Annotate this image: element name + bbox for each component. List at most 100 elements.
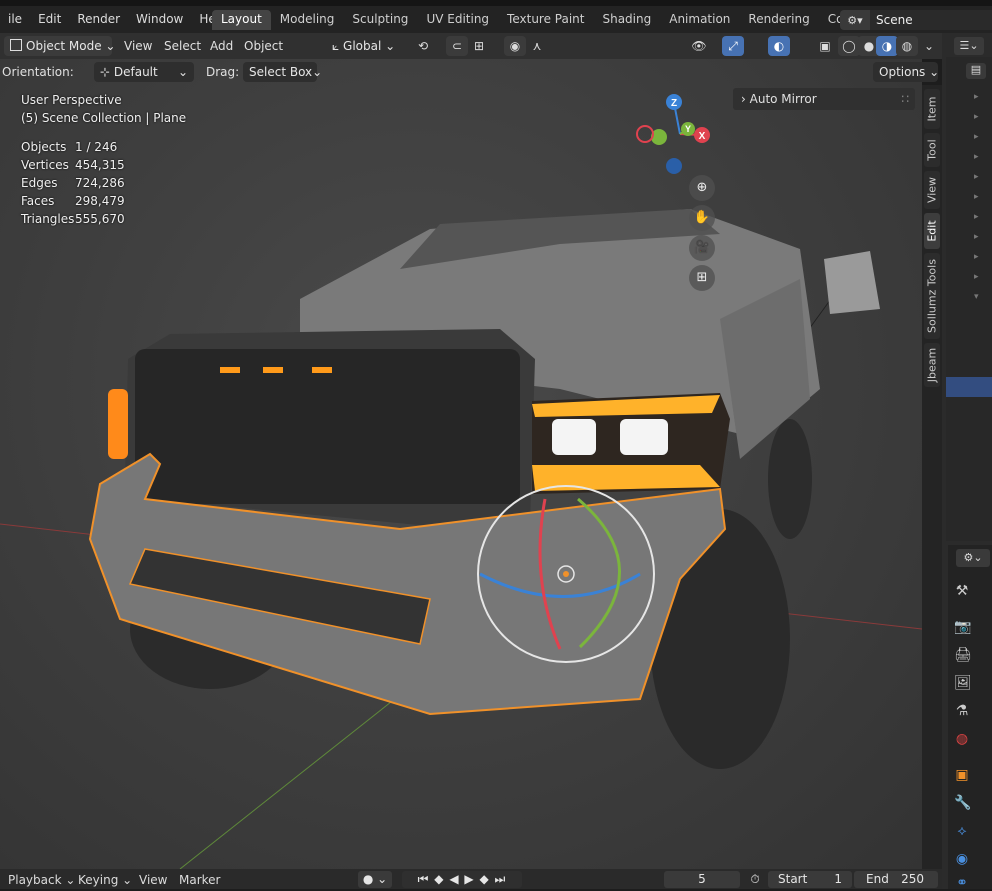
particles-icon[interactable]: ⟡ <box>954 823 970 839</box>
options-dropdown[interactable]: Options ⌄ <box>873 62 939 82</box>
world-properties-icon[interactable]: ◍ <box>954 731 970 747</box>
play-icon[interactable]: ▶ <box>464 872 474 886</box>
tab-layout[interactable]: Layout <box>212 10 271 30</box>
tab-shading[interactable]: Shading <box>593 10 660 30</box>
overlay-toggle-icon[interactable]: ◐ <box>768 36 790 56</box>
outliner-expand-arrows[interactable]: ▸ ▸ ▸ ▸ ▸ ▸ ▸ ▸ ▸ ▸ ▾ <box>974 87 979 307</box>
current-frame-field[interactable]: 5 <box>664 871 740 888</box>
render-properties-icon[interactable]: 📷 <box>954 619 971 635</box>
end-frame-field[interactable]: End 250 <box>854 871 938 888</box>
menu-window[interactable]: Window <box>128 12 191 26</box>
tab-modeling[interactable]: Modeling <box>271 10 344 30</box>
scene-icon[interactable]: ⚙▾ <box>840 10 870 30</box>
sidebar-tab-edit[interactable]: Edit <box>924 213 940 249</box>
tab-rendering[interactable]: Rendering <box>739 10 818 30</box>
stats-row: Objects 1 / 246 <box>21 140 125 158</box>
proportional-edit-icon[interactable]: ◉ <box>504 36 526 56</box>
stats-value: 555,670 <box>75 212 125 226</box>
outliner-editor-type-icon[interactable]: ☰⌄ <box>954 37 984 55</box>
sidebar-tab-jbeam[interactable]: Jbeam <box>924 343 940 387</box>
timeline-marker-menu[interactable]: Marker <box>179 872 220 889</box>
menu-view[interactable]: View <box>124 36 152 56</box>
ortho-grid-icon[interactable]: ⊞ <box>689 265 715 291</box>
outliner-filter-icon[interactable]: ▤ <box>966 63 986 79</box>
end-label: End <box>866 872 889 886</box>
headlight-bulb <box>552 419 596 455</box>
snap-target-icon[interactable]: ⊞ <box>468 36 490 56</box>
menu-edit[interactable]: Edit <box>30 12 69 26</box>
drag-dropdown[interactable]: Select Box⌄ <box>243 62 322 82</box>
modifier-properties-icon[interactable]: 🔧 <box>954 795 971 811</box>
visibility-icon[interactable]: 👁 <box>688 36 710 56</box>
menu-select[interactable]: Select <box>164 36 201 56</box>
timeline-view-menu[interactable]: View <box>139 872 167 889</box>
chevron-right-icon: › <box>741 92 750 106</box>
physics-icon[interactable]: ◉ <box>954 851 970 867</box>
xray-icon[interactable]: ▣ <box>814 36 836 56</box>
3d-viewport[interactable]: Z X Y User Perspective (5) Scene Collect… <box>0 59 922 869</box>
sidebar-tab-view[interactable]: View <box>924 171 940 209</box>
outliner-selected-row[interactable] <box>946 377 992 397</box>
sidebar-tab-sollumz-tools[interactable]: Sollumz Tools <box>924 253 940 339</box>
workspace-tabs: Layout Modeling Sculpting UV Editing Tex… <box>212 10 912 30</box>
next-keyframe-icon[interactable]: ◆ <box>479 872 489 886</box>
scene-selector[interactable]: ⚙▾ Scene <box>840 10 992 30</box>
shading-rendered-icon[interactable]: ◍ <box>896 36 918 56</box>
menu-render[interactable]: Render <box>69 12 128 26</box>
stopwatch-icon[interactable]: ⏱ <box>746 871 764 888</box>
orientation-dropdown[interactable]: ⊹ Default ⌄ <box>94 62 194 82</box>
tool-properties-icon[interactable]: ⚒ <box>954 583 970 599</box>
output-properties-icon[interactable]: 🖨 <box>954 647 972 663</box>
stats-row: Triangles 555,670 <box>21 212 125 230</box>
pan-hand-icon[interactable]: ✋ <box>689 205 715 231</box>
transform-orientation-dropdown[interactable]: ⟀ Global ⌄ <box>326 36 404 56</box>
orientation-label: Global <box>343 39 382 53</box>
orientation-icon: ⟀ <box>332 39 344 53</box>
sidebar-tab-item[interactable]: Item <box>924 89 940 129</box>
start-frame-field[interactable]: Start 1 <box>768 871 852 888</box>
camera-view-icon[interactable]: 🎥 <box>689 235 715 261</box>
shading-wireframe-icon[interactable]: ◯ <box>838 36 860 56</box>
scene-name[interactable]: Scene <box>870 10 992 30</box>
scene-properties-icon[interactable]: ⚗ <box>954 703 970 719</box>
start-label: Start <box>778 872 808 886</box>
properties-editor-type-icon[interactable]: ⚙⌄ <box>956 549 990 567</box>
outliner-panel[interactable]: ▤ ▸ ▸ ▸ ▸ ▸ ▸ ▸ ▸ ▸ ▸ ▾ <box>946 57 992 541</box>
chevron-down-icon: ⌄ <box>122 873 133 887</box>
sidebar-tab-tool[interactable]: Tool <box>924 133 940 167</box>
auto-mirror-panel-header[interactable]: › Auto Mirror ∷ <box>733 88 915 110</box>
stats-value: 298,479 <box>75 194 125 208</box>
nav-neg-z-icon[interactable] <box>666 158 682 174</box>
nav-neg-x-icon[interactable] <box>636 125 654 143</box>
menu-add[interactable]: Add <box>210 36 233 56</box>
falloff-icon[interactable]: ⋏ <box>526 36 548 56</box>
timeline-keying-menu[interactable]: Keying ⌄ <box>78 872 132 889</box>
tab-animation[interactable]: Animation <box>660 10 739 30</box>
prev-keyframe-icon[interactable]: ◆ <box>434 872 444 886</box>
shading-options-icon[interactable]: ⌄ <box>918 36 940 56</box>
gizmo-toggle-icon[interactable]: ⤢ <box>722 36 744 56</box>
zoom-icon[interactable]: ⊕ <box>689 175 715 201</box>
timeline-playback-menu[interactable]: Playback ⌄ <box>8 872 75 889</box>
auto-keying-toggle[interactable]: ● ⌄ <box>358 871 392 888</box>
tool-settings-bar: Orientation: ⊹ Default ⌄ Drag: Select Box… <box>0 59 942 85</box>
drag-handle-icon[interactable]: ∷ <box>901 88 909 110</box>
playback-controls[interactable]: ⏮ ◆ ◀ ▶ ◆ ⏭ <box>402 871 522 888</box>
jump-start-icon[interactable]: ⏮ <box>418 872 430 886</box>
object-properties-icon[interactable]: ▣ <box>954 767 970 783</box>
tab-texture-paint[interactable]: Texture Paint <box>498 10 593 30</box>
tab-label: Item <box>925 96 939 122</box>
snap-icon[interactable]: ⊂ <box>446 36 468 56</box>
tab-uv-editing[interactable]: UV Editing <box>417 10 498 30</box>
title-strip <box>0 0 992 6</box>
end-value: 250 <box>901 872 924 886</box>
pivot-point-icon[interactable]: ⟲ <box>412 36 434 56</box>
jump-end-icon[interactable]: ⏭ <box>495 872 507 886</box>
tab-sculpting[interactable]: Sculpting <box>343 10 417 30</box>
view-layer-icon[interactable]: 🖼 <box>954 675 972 691</box>
shading-material-icon[interactable]: ◑ <box>876 36 898 56</box>
menu-object[interactable]: Object <box>244 36 283 56</box>
play-reverse-icon[interactable]: ◀ <box>449 872 459 886</box>
mode-dropdown[interactable]: Object Mode ⌄ <box>4 36 115 56</box>
menu-file[interactable]: ile <box>0 12 30 26</box>
